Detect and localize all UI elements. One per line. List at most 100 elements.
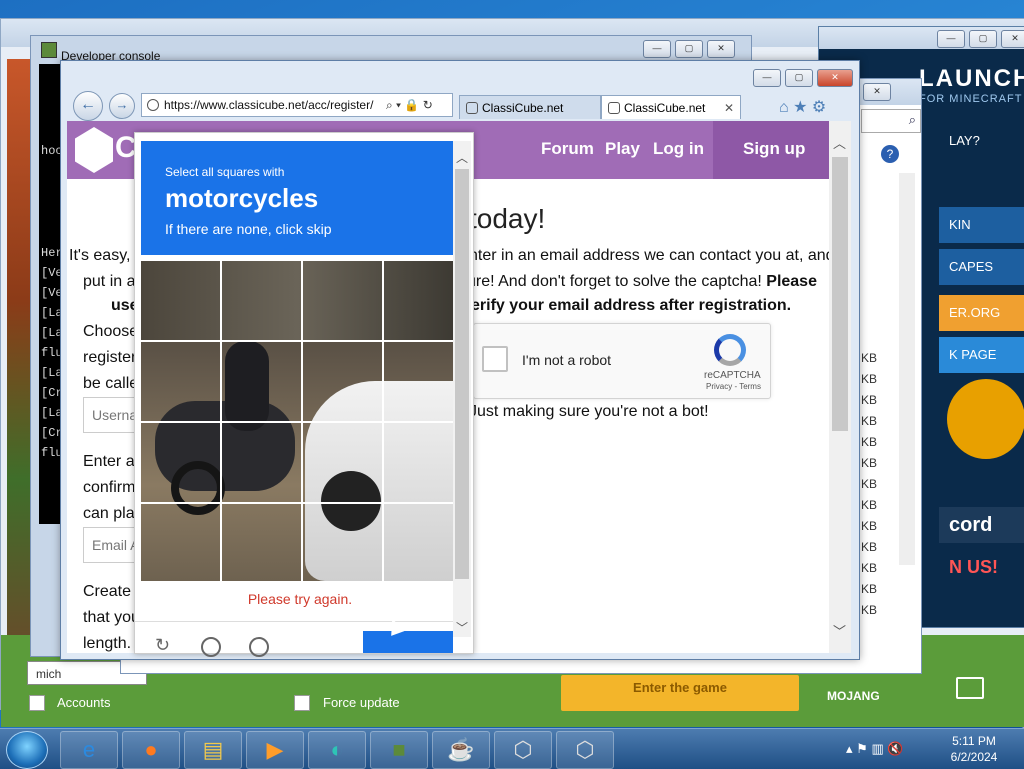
- join-label[interactable]: N US!: [939, 549, 1024, 585]
- taskbar-ie[interactable]: e: [60, 731, 118, 769]
- menu-item[interactable]: KIN: [939, 207, 1024, 243]
- favorites-icon[interactable]: ★: [793, 99, 807, 116]
- chevron-up-icon[interactable]: ︿: [833, 133, 846, 152]
- captcha-target: motorcycles: [165, 183, 319, 213]
- taskbar-classicube[interactable]: ⬡: [494, 731, 552, 769]
- password-text: length.: [83, 635, 132, 652]
- intro-text: erify your email address after registrat…: [471, 297, 792, 314]
- home-icon[interactable]: ⌂: [779, 99, 789, 116]
- taskbar-edge[interactable]: ◐: [308, 731, 366, 769]
- taskbar-media[interactable]: ▶: [246, 731, 304, 769]
- intro-text: register: [83, 349, 137, 366]
- chevron-up-icon[interactable]: ▴: [846, 741, 853, 756]
- info-icon[interactable]: [249, 637, 269, 657]
- email-text: confirm: [83, 479, 136, 496]
- mascot-icon: [947, 379, 1024, 459]
- grid-line: [141, 340, 453, 342]
- taskbar-java[interactable]: ☕: [432, 731, 490, 769]
- chevron-down-icon[interactable]: ﹀: [833, 621, 846, 640]
- back-button[interactable]: ←: [73, 91, 103, 121]
- accounts-label: Accounts: [57, 695, 111, 710]
- taskbar-minecraft[interactable]: ■: [370, 731, 428, 769]
- clock-time: 5:11 PM: [952, 734, 996, 748]
- menu-item[interactable]: K PAGE: [939, 337, 1024, 373]
- address-tools[interactable]: ⌕ ▾ 🔒 ↻: [386, 94, 433, 116]
- force-update-checkbox[interactable]: [294, 695, 310, 711]
- email-text: can pla: [83, 505, 135, 522]
- page-heading: today!: [469, 203, 546, 234]
- scroll-thumb[interactable]: [832, 157, 848, 431]
- minimize-button[interactable]: —: [753, 69, 781, 87]
- page-icon: [147, 99, 159, 111]
- grid-line: [141, 502, 453, 504]
- taskbar-firefox[interactable]: ●: [122, 731, 180, 769]
- minimize-button[interactable]: —: [937, 30, 965, 48]
- captcha-divider: [135, 621, 455, 622]
- verify-button[interactable]: [363, 631, 453, 653]
- tab-classicube-2[interactable]: ClassiCube.net ✕: [601, 95, 741, 119]
- folder-icon[interactable]: [956, 677, 984, 699]
- nav-login[interactable]: Log in: [653, 139, 704, 159]
- close-button[interactable]: ✕: [817, 69, 853, 87]
- scroll-thumb[interactable]: [455, 169, 469, 579]
- system-clock[interactable]: 5:11 PM 6/2/2024: [944, 733, 1004, 765]
- close-button[interactable]: ✕: [863, 83, 891, 101]
- captcha-scrollbar[interactable]: ︿ ﹀: [453, 141, 471, 637]
- minimize-button[interactable]: —: [643, 40, 671, 58]
- tray-icons[interactable]: ▴ ⚑ ▥ 🔇: [846, 741, 904, 757]
- maximize-button[interactable]: ▢: [675, 40, 703, 58]
- classicube-logo-icon[interactable]: [75, 127, 113, 173]
- taskbar-classicube[interactable]: ⬡: [556, 731, 614, 769]
- email-text: Enter a: [83, 453, 135, 470]
- menu-item[interactable]: CAPES: [939, 249, 1024, 285]
- recaptcha-checkbox[interactable]: [482, 346, 508, 372]
- launcher-info-titlebar[interactable]: — ▢ ✕: [819, 27, 1024, 49]
- network-icon[interactable]: ▥: [871, 741, 883, 756]
- clock-date: 6/2/2024: [950, 750, 998, 764]
- media-icon: ▶: [266, 737, 284, 762]
- play-button[interactable]: Enter the game: [561, 675, 799, 711]
- tab-classicube-1[interactable]: ClassiCube.net: [459, 95, 601, 119]
- launcher-sub: FOR MINECRAFT: [919, 93, 1023, 105]
- discord-label[interactable]: cord: [939, 507, 1024, 543]
- menu-item[interactable]: ER.ORG: [939, 295, 1024, 331]
- start-button[interactable]: [6, 731, 48, 769]
- menu-item[interactable]: LAY?: [939, 123, 1024, 159]
- search-input[interactable]: ⌕: [861, 109, 921, 133]
- flag-icon[interactable]: ⚑: [856, 741, 868, 756]
- reload-icon[interactable]: ↻: [155, 635, 170, 656]
- help-icon[interactable]: ?: [881, 145, 899, 163]
- mojang-logo: MOJANG: [827, 689, 880, 703]
- captcha-image-grid[interactable]: [141, 261, 453, 581]
- gear-icon[interactable]: ⚙: [812, 99, 826, 116]
- chevron-up-icon[interactable]: ︿: [456, 149, 468, 166]
- address-bar[interactable]: https://www.classicube.net/acc/register/…: [141, 93, 453, 117]
- maximize-button[interactable]: ▢: [785, 69, 813, 87]
- intro-text-part: ure! And don't forget to solve the captc…: [467, 273, 762, 290]
- chevron-down-icon[interactable]: ﹀: [456, 619, 468, 636]
- recaptcha-logo-icon: [714, 334, 746, 366]
- nav-play[interactable]: Play: [605, 139, 640, 159]
- browser-tools: ⌂ ★ ⚙: [779, 97, 826, 117]
- audio-icon[interactable]: [201, 637, 221, 657]
- file-scrollbar[interactable]: [899, 173, 915, 565]
- signup-label: Sign up: [743, 139, 806, 158]
- nav-forum[interactable]: Forum: [541, 139, 594, 159]
- forward-button[interactable]: →: [109, 93, 135, 119]
- speaker-muted-icon[interactable]: 🔇: [887, 741, 903, 756]
- ie-icon: e: [82, 737, 96, 762]
- accounts-checkbox[interactable]: [29, 695, 45, 711]
- taskbar-explorer[interactable]: ▤: [184, 731, 242, 769]
- image-background: [141, 261, 453, 341]
- close-icon[interactable]: ✕: [724, 96, 734, 120]
- close-button[interactable]: ✕: [707, 40, 735, 58]
- recaptcha-brand: reCAPTCHA: [704, 370, 761, 381]
- recaptcha-terms-link[interactable]: Privacy - Terms: [706, 382, 761, 391]
- minecraft-icon: ■: [392, 737, 406, 762]
- maximize-button[interactable]: ▢: [969, 30, 997, 48]
- page-scrollbar[interactable]: ︿ ﹀: [829, 121, 851, 653]
- signup-button[interactable]: Sign up: [713, 121, 835, 179]
- intro-text: Choose: [83, 323, 139, 340]
- intro-text: It's easy,: [69, 247, 131, 264]
- close-button[interactable]: ✕: [1001, 30, 1024, 48]
